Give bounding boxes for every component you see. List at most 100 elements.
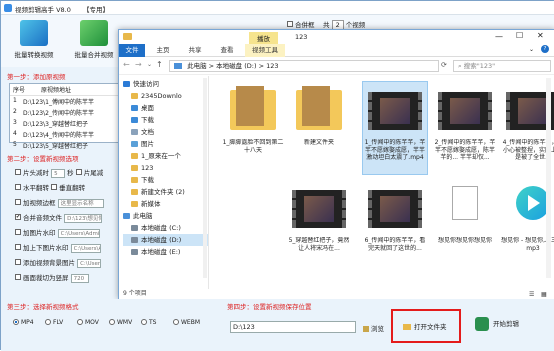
nav-item-label: 2345Downlo — [141, 92, 182, 100]
file-item[interactable]: 2_传闻中的陈芊芊，芊芊不愿嫁娶成愿，陈芊芊的... 芊芊却仅... — [433, 82, 497, 174]
format-option[interactable]: MOV — [77, 318, 109, 326]
background-image-option[interactable]: 添加视频背景图片 C:\Users\Admin — [15, 257, 125, 272]
ribbon-tab-view[interactable]: 查看 — [213, 44, 241, 57]
nav-item[interactable]: 文档 — [123, 126, 208, 138]
background-input[interactable]: C:\Users\Admin — [77, 258, 102, 268]
crumb-123[interactable]: 123 — [266, 62, 278, 70]
format-option[interactable]: FLV — [45, 318, 77, 326]
up-arrow-icon[interactable]: ↑ — [156, 60, 163, 69]
folder-icon — [131, 93, 138, 99]
file-item[interactable]: 1_传闻中的陈芊芊，芊芊不愿嫁娶成愿，芊芊激动坦白太震了.mp4 — [362, 81, 428, 175]
nav-item[interactable]: 新媒体 — [123, 198, 208, 210]
format-option[interactable]: WEBM — [173, 318, 205, 326]
nav-item-label: 本地磁盘 (E:) — [141, 248, 181, 256]
nav-scrollbar[interactable] — [203, 78, 207, 278]
ribbon-tab-share[interactable]: 共享 — [181, 44, 209, 57]
video-thumbnail-icon — [366, 180, 424, 235]
source-video-list[interactable]: 序号 原视频地址 1 D:\123\1_傅闻中的陈芊芊 2 D:\123\2_传闻中的… — [9, 83, 123, 150]
table-row[interactable]: 3 D:\123\3_穿越替红把子 — [10, 118, 122, 129]
content-scrollbar[interactable] — [546, 78, 551, 278]
back-arrow-icon[interactable]: ← — [123, 60, 130, 69]
nav-item[interactable]: 2345Downlo — [123, 90, 208, 102]
nav-item[interactable]: 桌面 — [123, 102, 208, 114]
format-option[interactable]: WMV — [109, 318, 141, 326]
nav-item-label: 本地磁盘 (D:) — [141, 236, 182, 244]
image-watermark-option[interactable]: 加图片水印 C:\Users\Admin — [15, 227, 125, 242]
trim-head-option[interactable]: 片头减时 5 秒 片尾减 — [15, 167, 125, 182]
batch-merge-button[interactable]: 批量合并视频 — [69, 17, 119, 67]
nav-item[interactable]: 123 — [123, 162, 208, 174]
address-bar[interactable]: 此电脑 > 本地磁盘 (D:) > 123 — [169, 60, 439, 72]
nav-item[interactable]: 本地磁盘 (D:) — [123, 234, 208, 246]
step1-label: 第一步：添加原视频 — [7, 73, 66, 81]
topbottom-watermark-option[interactable]: 加上下图片水印 C:\Users\Admin — [15, 242, 125, 257]
ribbon-tab-video-tools[interactable]: 视频工具 — [245, 44, 285, 57]
watermark-input[interactable]: C:\Users\Admin — [57, 228, 100, 238]
trim-head-input[interactable]: 5 — [51, 168, 66, 178]
row-num: 4 — [13, 130, 17, 137]
file-item[interactable]: 6_传闻中的陈芊芊，看完天就回了这世的... — [363, 180, 427, 272]
flip-option[interactable]: 水平翻转 垂直翻转 — [15, 182, 125, 197]
nav-item[interactable]: 图片 — [123, 138, 208, 150]
table-row[interactable]: 2 D:\123\2_传闻中的陈芊芊 — [10, 107, 122, 118]
format-option[interactable]: TS — [141, 318, 173, 326]
batch-merge-label: 批量合并视频 — [74, 51, 114, 59]
file-item[interactable]: 新建文件夹 — [287, 82, 351, 174]
file-item[interactable]: 1_脚脚露脸不回到第二十八天 — [221, 82, 285, 174]
file-name: 想见你想见你想见你 — [437, 237, 492, 244]
nav-item[interactable]: 下载 — [123, 174, 208, 186]
ribbon-tab-file[interactable]: 文件 — [119, 44, 145, 57]
video-border-option[interactable]: 加视频边框 这里显示名称 — [15, 197, 125, 212]
context-tab-play[interactable]: 播放 — [249, 32, 278, 44]
nav-item[interactable]: 此电脑 — [123, 210, 208, 222]
nav-item[interactable]: 下载 — [123, 114, 208, 126]
minimize-icon[interactable]: — — [495, 32, 503, 41]
file-item[interactable]: 想见你想见你想见你 — [433, 180, 497, 272]
start-edit-button[interactable]: 开始剪辑 — [475, 317, 519, 331]
nav-item[interactable]: 快速访问 — [123, 78, 208, 90]
status-bar: 9 个项目 ☰ ▦ — [119, 289, 554, 299]
merge-icon — [80, 20, 108, 46]
nav-item-label: 下载 — [141, 176, 154, 184]
file-item[interactable]: 5_穿越替红把子，竟然让人将宋冯在... — [287, 180, 351, 272]
merge-audio-option[interactable]: ✔ 合并音频文件 D:\123\想见你 — [15, 212, 125, 227]
row-num: 3 — [13, 119, 17, 126]
topbottom-input[interactable]: C:\Users\Admin — [70, 243, 101, 253]
chevron-down-icon[interactable]: ⌄ — [529, 46, 534, 53]
table-row[interactable]: 4 D:\123\4_传闻中的陈芊芊 — [10, 129, 122, 140]
star-icon — [123, 81, 130, 87]
forward-arrow-icon[interactable]: → — [135, 60, 142, 69]
nav-item[interactable]: 本地磁盘 (E:) — [123, 246, 208, 258]
search-box[interactable]: ⌕ 搜索"123" — [453, 60, 551, 72]
format-option[interactable]: MP4 — [13, 318, 45, 326]
nav-item[interactable]: 新建文件夹 (2) — [123, 186, 208, 198]
border-input[interactable]: 这里显示名称 — [57, 198, 104, 208]
nav-item[interactable]: 1_原来在一个 — [123, 150, 208, 162]
crop-input[interactable]: 720 — [70, 273, 89, 283]
refresh-icon[interactable]: ⟳ — [441, 61, 447, 69]
crumb-drive-d[interactable]: 本地磁盘 (D:) — [216, 62, 256, 70]
browse-button[interactable]: 浏览 — [363, 323, 384, 333]
close-icon[interactable]: ✕ — [537, 31, 544, 40]
maximize-icon[interactable]: ☐ — [516, 31, 523, 40]
save-path-input[interactable]: D:\123 — [230, 321, 356, 333]
audio-file-input[interactable]: D:\123\想见你 — [64, 213, 103, 223]
crumb-this-pc[interactable]: 此电脑 — [187, 62, 207, 70]
table-row[interactable]: 5 D:\123\5_穿越替红把子 — [10, 140, 122, 151]
app-badge: 【专用】 — [83, 6, 109, 14]
batch-convert-button[interactable]: 批量转换视频 — [9, 17, 59, 67]
folder-icon — [131, 153, 138, 159]
open-folder-button[interactable]: 打开文件夹 — [403, 321, 447, 331]
row-num: 2 — [13, 108, 17, 115]
nav-item[interactable]: 本地磁盘 (C:) — [123, 222, 208, 234]
nav-item-label: 图片 — [141, 140, 154, 148]
merge-checkbox[interactable]: 合併框 — [287, 19, 315, 29]
table-row[interactable]: 1 D:\123\1_傅闻中的陈芊芊 — [10, 96, 122, 107]
nav-item-label: 本地磁盘 (C:) — [141, 224, 181, 232]
crop-vertical-option[interactable]: 画面裁切为竖屏 720 — [15, 272, 125, 287]
format-radio-group: MP4 FLV MOV WMV TS WEBM — [13, 318, 213, 329]
ribbon-tab-home[interactable]: 主页 — [149, 44, 177, 57]
recent-dropdown-icon[interactable]: ⌄ — [147, 61, 152, 68]
help-icon[interactable]: ? — [541, 45, 549, 53]
video-thumbnail-icon — [366, 82, 424, 137]
